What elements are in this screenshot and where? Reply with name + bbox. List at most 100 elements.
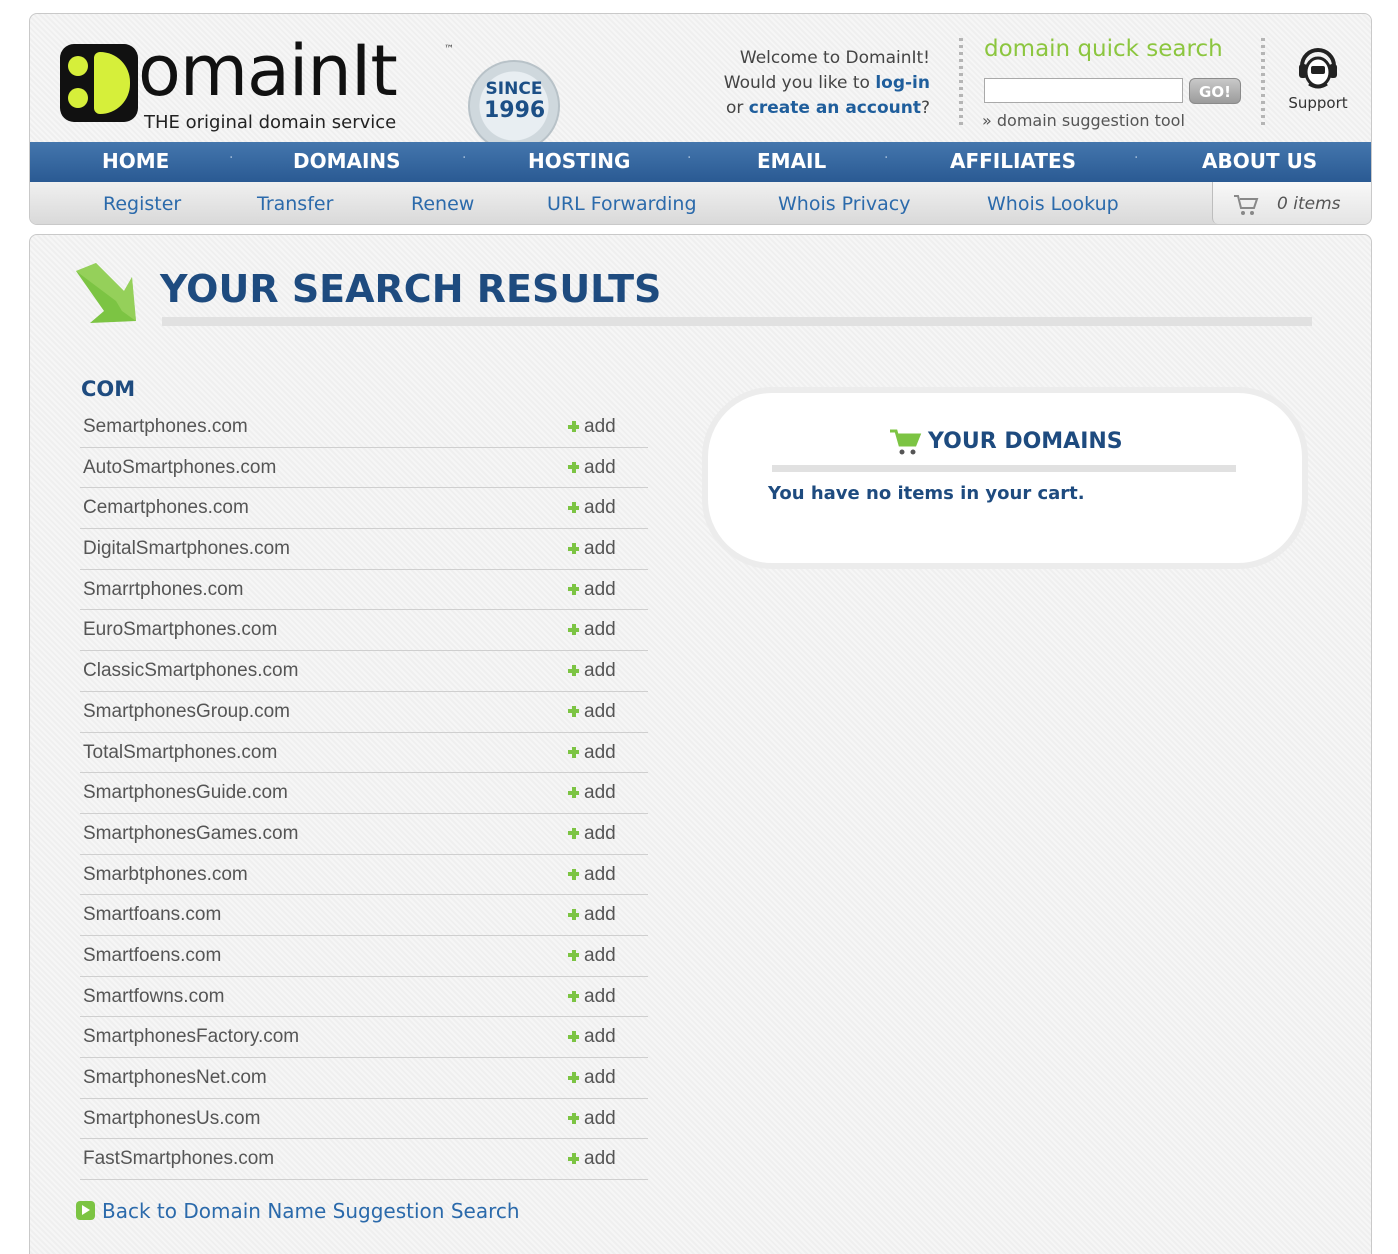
title-divider bbox=[162, 317, 1312, 326]
add-domain-button[interactable]: add bbox=[568, 1108, 616, 1130]
question-mark: ? bbox=[920, 98, 930, 118]
logo-d-mark bbox=[60, 44, 138, 122]
domain-result-row: EuroSmartphones.com add bbox=[80, 610, 648, 652]
plus-icon bbox=[568, 909, 579, 921]
domain-name: EuroSmartphones.com bbox=[83, 619, 278, 641]
add-label: add bbox=[584, 578, 616, 600]
create-account-link[interactable]: create an account bbox=[749, 98, 921, 118]
add-label: add bbox=[584, 538, 616, 560]
nav-separator: · bbox=[462, 150, 467, 166]
domain-name: Smartfoens.com bbox=[83, 944, 222, 966]
cart-icon bbox=[1234, 195, 1259, 215]
domain-result-row: ClassicSmartphones.com add bbox=[80, 651, 648, 692]
add-domain-button[interactable]: add bbox=[568, 904, 616, 926]
add-label: add bbox=[584, 497, 616, 519]
domain-name: Smarrtphones.com bbox=[83, 578, 244, 600]
domain-result-row: SmartphonesFactory.com add bbox=[80, 1017, 648, 1058]
add-domain-button[interactable]: add bbox=[568, 416, 616, 438]
subnav-url-forwarding[interactable]: URL Forwarding bbox=[547, 193, 697, 215]
main-content: YOUR SEARCH RESULTS COM Semartphones.com… bbox=[29, 234, 1372, 1254]
domain-result-row: SmartphonesGames.com add bbox=[80, 814, 648, 855]
cart-item-count: 0 items bbox=[1277, 194, 1341, 214]
domain-result-row: Semartphones.com add bbox=[80, 407, 648, 448]
plus-icon bbox=[568, 421, 579, 432]
add-label: add bbox=[584, 904, 616, 926]
add-domain-button[interactable]: add bbox=[568, 457, 616, 479]
nav-hosting[interactable]: HOSTING bbox=[528, 149, 630, 173]
add-domain-button[interactable]: add bbox=[568, 660, 616, 682]
add-domain-button[interactable]: add bbox=[568, 986, 616, 1008]
domain-result-row: DigitalSmartphones.com add bbox=[80, 529, 648, 570]
site-header: omainIt ™ THE original domain service SI… bbox=[29, 13, 1372, 225]
nav-domains[interactable]: DOMAINS bbox=[293, 149, 401, 173]
domain-name: Semartphones.com bbox=[83, 416, 248, 437]
add-label: add bbox=[584, 660, 616, 682]
add-label: add bbox=[584, 985, 616, 1007]
add-domain-button[interactable]: add bbox=[568, 619, 616, 641]
plus-icon bbox=[568, 705, 579, 717]
add-label: add bbox=[584, 822, 616, 844]
plus-icon bbox=[568, 543, 579, 555]
subnav-whois-lookup[interactable]: Whois Lookup bbox=[987, 193, 1119, 215]
add-domain-button[interactable]: add bbox=[568, 1067, 616, 1089]
quick-search-input[interactable] bbox=[984, 78, 1183, 103]
plus-icon bbox=[568, 1031, 579, 1043]
add-label: add bbox=[584, 863, 616, 885]
support-link[interactable]: Support bbox=[1278, 44, 1358, 112]
add-label: add bbox=[584, 456, 616, 478]
add-domain-button[interactable]: add bbox=[568, 1026, 616, 1048]
support-label: Support bbox=[1288, 94, 1348, 112]
shopping-cart-icon bbox=[890, 429, 922, 455]
add-label: add bbox=[584, 782, 616, 804]
subnav-transfer[interactable]: Transfer bbox=[257, 193, 333, 215]
sub-navigation: Register Transfer Renew URL Forwarding W… bbox=[30, 182, 1371, 224]
subnav-renew[interactable]: Renew bbox=[411, 193, 474, 215]
add-domain-button[interactable]: add bbox=[568, 538, 616, 560]
domain-result-row: AutoSmartphones.com add bbox=[80, 448, 648, 489]
nav-about-us[interactable]: ABOUT US bbox=[1202, 149, 1317, 173]
domain-result-row: SmartphonesGroup.com add bbox=[80, 692, 648, 733]
subnav-register[interactable]: Register bbox=[103, 193, 181, 215]
subnav-whois-privacy[interactable]: Whois Privacy bbox=[778, 193, 910, 215]
trademark-mark: ™ bbox=[444, 44, 454, 55]
login-link[interactable]: log-in bbox=[875, 73, 930, 93]
add-domain-button[interactable]: add bbox=[568, 945, 616, 967]
add-domain-button[interactable]: add bbox=[568, 864, 616, 886]
login-prompt: Would you like to bbox=[723, 73, 876, 93]
add-domain-button[interactable]: add bbox=[568, 497, 616, 519]
domain-name: SmartphonesUs.com bbox=[83, 1107, 261, 1129]
nav-affiliates[interactable]: AFFILIATES bbox=[950, 149, 1076, 173]
add-label: add bbox=[584, 944, 616, 966]
domain-result-row: SmartphonesGuide.com add bbox=[80, 773, 648, 814]
domainit-logo[interactable]: omainIt ™ THE original domain service SI… bbox=[60, 30, 560, 152]
add-domain-button[interactable]: add bbox=[568, 579, 616, 601]
domain-name: FastSmartphones.com bbox=[83, 1148, 275, 1170]
plus-icon bbox=[568, 502, 579, 514]
add-domain-button[interactable]: add bbox=[568, 701, 616, 723]
nav-home[interactable]: HOME bbox=[102, 149, 169, 173]
plus-icon bbox=[568, 868, 579, 880]
domain-name: SmartphonesGuide.com bbox=[83, 782, 288, 804]
add-label: add bbox=[584, 1067, 616, 1088]
add-label: add bbox=[584, 741, 616, 763]
add-domain-button[interactable]: add bbox=[568, 782, 616, 804]
quick-search-go-button[interactable]: GO! bbox=[1189, 78, 1241, 104]
add-domain-button[interactable]: add bbox=[568, 742, 616, 764]
domain-suggestion-tool-link[interactable]: » domain suggestion tool bbox=[982, 111, 1185, 130]
plus-icon bbox=[568, 1072, 579, 1083]
plus-icon bbox=[568, 827, 579, 839]
add-label: add bbox=[584, 1148, 616, 1170]
domain-result-row: FastSmartphones.com add bbox=[80, 1139, 648, 1181]
back-to-suggestion-search-link[interactable]: Back to Domain Name Suggestion Search bbox=[76, 1199, 520, 1223]
add-domain-button[interactable]: add bbox=[568, 823, 616, 845]
domain-name: Smartfowns.com bbox=[83, 985, 225, 1007]
cart-summary[interactable]: 0 items bbox=[1212, 182, 1371, 224]
plus-icon bbox=[568, 461, 579, 473]
logo-wordmark: omainIt bbox=[138, 30, 398, 112]
plus-icon bbox=[568, 949, 579, 961]
plus-icon bbox=[568, 665, 579, 677]
nav-email[interactable]: EMAIL bbox=[757, 149, 826, 173]
add-domain-button[interactable]: add bbox=[568, 1148, 616, 1170]
nav-separator: · bbox=[884, 150, 889, 166]
domain-name: SmartphonesFactory.com bbox=[83, 1026, 300, 1048]
